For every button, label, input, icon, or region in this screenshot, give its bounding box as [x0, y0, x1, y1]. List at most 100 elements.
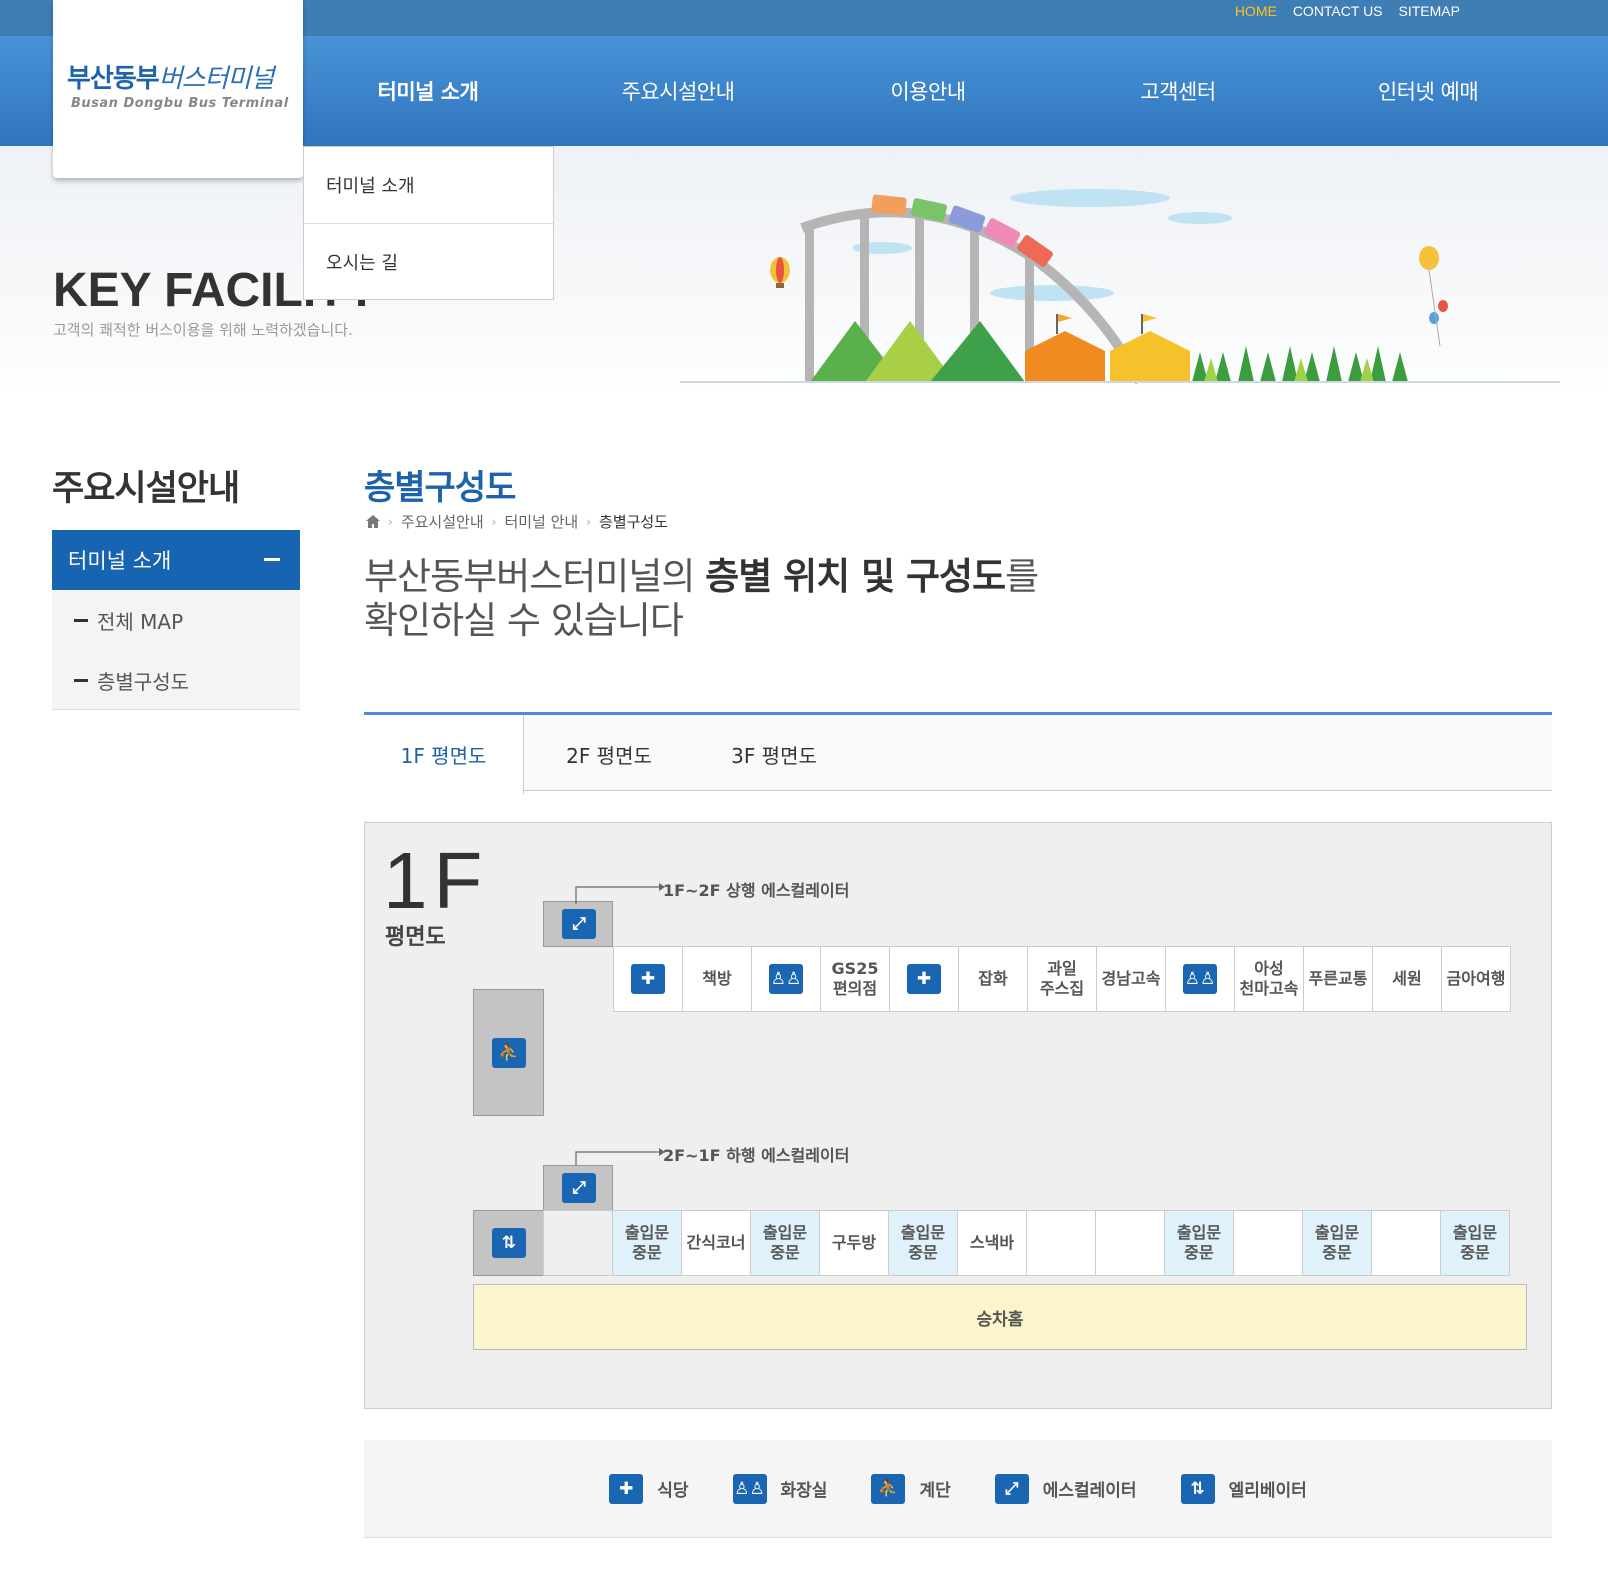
sitemap-link[interactable]: SITEMAP [1399, 3, 1460, 19]
restaurant-icon: ✚ [907, 964, 941, 994]
escalator-icon: ⤢ [562, 1173, 596, 1203]
sidebar-item-floor-plan[interactable]: 층별구성도 [52, 650, 300, 710]
menu-usage[interactable]: 이용안내 [803, 36, 1053, 146]
floor-subtitle: 평면도 [385, 925, 446, 950]
door-label: 출입문 중문 [762, 1223, 808, 1262]
entrance-door[interactable]: 출입문 중문 [1302, 1210, 1372, 1276]
main-menu: 터미널 소개 주요시설안내 이용안내 고객센터 인터넷 예매 [303, 36, 1553, 146]
legend-item: ✚ 식당 [609, 1473, 689, 1504]
lower-shop-row: 출입문 중문 간식코너 출입문 중문 구두방 출입문 중문 스낵바 출입문 중문 출입문… [543, 1210, 1510, 1276]
legend: ✚ 식당 ♙♙ 화장실 ⛹ 계단 ⤢ 에스컬레이터 ⇅ 엘리베이터 [364, 1440, 1552, 1538]
sidebar-title: 주요시설안내 [52, 469, 240, 509]
shop-cell[interactable]: 책방 [682, 946, 752, 1012]
shop-label: GS25 편의점 [831, 959, 879, 998]
escalator-down-label: 2F~1F 하행 에스컬레이터 [663, 1146, 850, 1165]
tab-2f[interactable]: 2F 평면도 [524, 715, 694, 793]
door-label: 출입문 중문 [624, 1223, 670, 1262]
tab-1f[interactable]: 1F 평면도 [364, 715, 524, 794]
blank-cell [543, 1210, 613, 1276]
legend-label: 엘리베이터 [1228, 1481, 1307, 1501]
logo-ko-rest: 버스터미널 [158, 64, 275, 94]
door-label: 출입문 중문 [1176, 1223, 1222, 1262]
escalator-up-label: 1F~2F 상행 에스컬레이터 [663, 881, 850, 900]
sidebar-item-full-map[interactable]: 전체 MAP [52, 590, 300, 650]
intro-line2: 확인하실 수 있습니다 [364, 599, 684, 642]
chevron-right-icon: › [586, 514, 592, 529]
floor-plan: 1F 평면도 ⤢ 1F~2F 상행 에스컬레이터 ✚ 책방 ♙♙ GS25 편의점… [364, 822, 1552, 1409]
chevron-right-icon: › [491, 514, 497, 529]
top-links: HOME CONTACT US SITEMAP [1235, 3, 1460, 19]
legend-item: ⤢ 에스컬레이터 [994, 1473, 1137, 1504]
restaurant-icon: ✚ [609, 1473, 644, 1504]
legend-label: 에스컬레이터 [1042, 1481, 1137, 1501]
shop-cell[interactable]: 과일 주스집 [1027, 946, 1097, 1012]
menu-terminal-intro[interactable]: 터미널 소개 [303, 36, 553, 146]
shop-cell[interactable]: ✚ [613, 946, 683, 1012]
restaurant-icon: ✚ [631, 964, 665, 994]
breadcrumb: › 주요시설안내 › 터미널 안내 › 층별구성도 [366, 511, 668, 532]
logo[interactable]: 부산동부버스터미널 Busan Dongbu Bus Terminal [53, 0, 303, 178]
shop-cell[interactable]: 푸른교통 [1303, 946, 1373, 1012]
breadcrumb-item[interactable]: 주요시설안내 [401, 511, 484, 532]
tab-3f[interactable]: 3F 평면도 [694, 715, 854, 793]
amusement-park-illustration [680, 189, 1560, 385]
shop-cell[interactable]: ♙♙ [1165, 946, 1235, 1012]
page-title: 층별구성도 [364, 468, 516, 508]
escalator-icon: ⤢ [562, 909, 596, 939]
collapse-icon[interactable] [264, 558, 280, 561]
entrance-door[interactable]: 출입문 중문 [888, 1210, 958, 1276]
sidebar-section-label: 터미널 소개 [68, 549, 172, 573]
shop-cell[interactable]: 세원 [1372, 946, 1442, 1012]
entrance-door[interactable]: 출입문 중문 [1440, 1210, 1510, 1276]
shop-label: 과일 주스집 [1039, 959, 1085, 998]
dash-icon [74, 618, 88, 622]
submenu-directions[interactable]: 오시는 길 [304, 223, 553, 299]
submenu-terminal-intro[interactable]: 터미널 소개 [304, 147, 553, 223]
shop-cell[interactable]: 잡화 [958, 946, 1028, 1012]
dash-icon [74, 678, 88, 682]
shop-cell[interactable]: 간식코너 [681, 1210, 751, 1276]
legend-item: ⛹ 계단 [871, 1473, 951, 1504]
shop-cell[interactable]: 경남고속 [1096, 946, 1166, 1012]
shop-cell[interactable]: ✚ [889, 946, 959, 1012]
logo-ko: 부산동부버스터미널 [67, 58, 275, 95]
banner: KEY FACILITY 고객의 쾌적한 버스이용을 위해 노력하겠습니다. [0, 146, 1608, 396]
menu-customer-center[interactable]: 고객센터 [1053, 36, 1303, 146]
restroom-icon: ♙♙ [769, 964, 803, 994]
elevator-icon: ⇅ [492, 1228, 526, 1258]
contact-link[interactable]: CONTACT US [1293, 3, 1383, 19]
elevator-icon: ⇅ [1180, 1473, 1215, 1504]
sidebar-item-label: 전체 MAP [97, 609, 184, 634]
submenu-dropdown: 터미널 소개 오시는 길 [303, 146, 554, 300]
escalator-icon: ⤢ [994, 1473, 1029, 1504]
shop-cell[interactable]: GS25 편의점 [820, 946, 890, 1012]
entrance-door[interactable]: 출입문 중문 [750, 1210, 820, 1276]
intro-bold: 층별 위치 및 구성도 [705, 555, 1006, 598]
logo-en: Busan Dongbu Bus Terminal [71, 96, 289, 111]
shop-cell[interactable]: 스낵바 [957, 1210, 1027, 1276]
escalator-down-area: ⤢ [543, 1165, 613, 1211]
legend-label: 화장실 [780, 1481, 828, 1501]
restroom-icon: ♙♙ [1183, 964, 1217, 994]
entrance-door[interactable]: 출입문 중문 [612, 1210, 682, 1276]
shop-cell[interactable]: 구두방 [819, 1210, 889, 1276]
sidebar-section-terminal-intro[interactable]: 터미널 소개 [52, 530, 300, 590]
elevator-area: ⇅ [473, 1210, 544, 1276]
entrance-door[interactable]: 출입문 중문 [1164, 1210, 1234, 1276]
shop-cell[interactable] [1026, 1210, 1096, 1276]
intro-post: 를 [1005, 555, 1039, 598]
shop-cell[interactable] [1371, 1210, 1441, 1276]
escalator-up-area: ⤢ [543, 901, 613, 947]
menu-online-booking[interactable]: 인터넷 예매 [1303, 36, 1553, 146]
shop-cell[interactable]: 금아여행 [1441, 946, 1511, 1012]
home-link[interactable]: HOME [1235, 3, 1277, 19]
intro-text: 부산동부버스터미널의 층별 위치 및 구성도를 확인하실 수 있습니다 [364, 555, 1039, 643]
legend-label: 식당 [657, 1481, 689, 1501]
shop-cell[interactable] [1095, 1210, 1165, 1276]
menu-facilities[interactable]: 주요시설안내 [553, 36, 803, 146]
shop-cell[interactable] [1233, 1210, 1303, 1276]
home-icon[interactable] [366, 515, 380, 528]
shop-cell[interactable]: ♙♙ [751, 946, 821, 1012]
shop-cell[interactable]: 아성 천마고속 [1234, 946, 1304, 1012]
breadcrumb-item[interactable]: 터미널 안내 [504, 511, 578, 532]
